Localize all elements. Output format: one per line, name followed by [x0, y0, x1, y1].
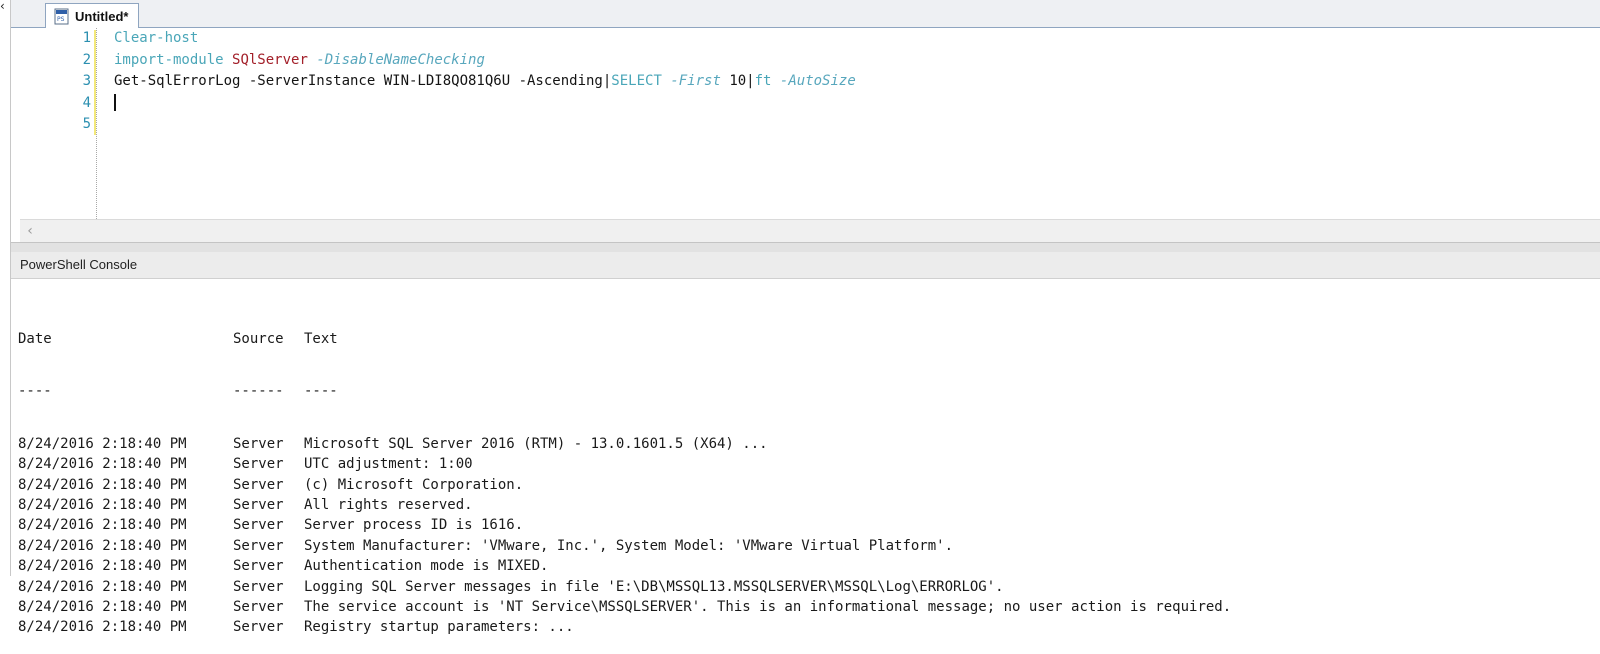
column-header-text: Text [304, 331, 338, 347]
line-number: 4 [82, 94, 91, 111]
console-rows: 8/24/2016 2:18:40 PM Server Microsoft SQL … [18, 434, 1600, 638]
log-source: Server [233, 558, 284, 575]
code-token-param: -First [670, 73, 721, 89]
log-text: Logging SQL Server messages in file 'E:\… [304, 578, 1004, 595]
tab-untitled[interactable]: PS Untitled* [45, 3, 140, 28]
line-number: 5 [82, 116, 91, 132]
underline-source: ------ [233, 383, 284, 400]
console-row: 8/24/2016 2:18:40 PM Server Server process… [18, 515, 1600, 535]
console-title: PowerShell Console [20, 257, 138, 272]
log-date: 8/24/2016 2:18:40 PM [18, 558, 187, 575]
log-date: 8/24/2016 2:18:40 PM [18, 435, 187, 452]
script-editor[interactable]: 1 2 3 4 5 Clear-host import-module SQlServer … [11, 28, 1600, 219]
code-line[interactable] [114, 114, 1600, 136]
code-line[interactable]: Clear-host [114, 28, 1600, 50]
console-header: PowerShell Console [11, 252, 1600, 279]
console-row: 8/24/2016 2:18:40 PM Server Authentication… [18, 556, 1600, 576]
log-source: Server [233, 537, 284, 554]
svg-text:PS: PS [57, 16, 65, 23]
underline-date: ---- [18, 383, 52, 400]
log-source: Server [233, 517, 284, 534]
line-number: 1 [82, 30, 91, 46]
log-source: Server [233, 578, 284, 595]
tab-label: Untitled* [75, 8, 129, 24]
text-caret [114, 94, 116, 111]
code-token-plain: Get-SqlErrorLog -ServerInstance WIN-LDI8… [114, 73, 612, 89]
console-row: 8/24/2016 2:18:40 PM Server (c) Microsoft … [18, 475, 1600, 495]
code-token-cmd: ft [754, 73, 772, 89]
log-date: 8/24/2016 2:18:40 PM [18, 578, 187, 595]
log-text: Registry startup parameters: ... [304, 619, 574, 636]
log-text: UTC adjustment: 1:00 [304, 456, 473, 473]
scroll-left-icon[interactable]: ‹ [20, 220, 40, 242]
log-text: Server process ID is 1616. [304, 517, 524, 534]
console-underline-row: ---- ------ ---- [18, 381, 1600, 401]
log-text: All rights reserved. [304, 496, 473, 513]
log-date: 8/24/2016 2:18:40 PM [18, 619, 187, 636]
log-date: 8/24/2016 2:18:40 PM [18, 496, 187, 513]
log-date: 8/24/2016 2:18:40 PM [18, 537, 187, 554]
line-number: 2 [82, 51, 91, 68]
window-left-edge: ‹ [0, 0, 11, 576]
code-token-cmd: Clear-host [114, 30, 199, 46]
console-row: 8/24/2016 2:18:40 PM Server All rights res… [18, 495, 1600, 515]
log-text: The service account is 'NT Service\MSSQL… [304, 598, 1232, 615]
console-row: 8/24/2016 2:18:40 PM Server Microsoft SQL … [18, 434, 1600, 454]
log-source: Server [233, 619, 284, 636]
code-line[interactable]: Get-SqlErrorLog -ServerInstance WIN-LDI8… [114, 71, 1600, 93]
log-source: Server [233, 476, 284, 493]
line-numbers: 1 2 3 4 5 [11, 28, 91, 136]
code-token-type: SQlServer [232, 51, 308, 68]
console-row: 8/24/2016 2:18:40 PM Server Logging SQL Se… [18, 577, 1600, 597]
log-source: Server [233, 496, 284, 513]
code-area[interactable]: Clear-host import-module SQlServer -Disab… [114, 28, 1600, 136]
console-header-row: Date Source Text [18, 329, 1600, 349]
editor-gutter: 1 2 3 4 5 [11, 28, 97, 219]
log-text: Microsoft SQL Server 2016 (RTM) - 13.0.1… [304, 435, 768, 452]
log-date: 8/24/2016 2:18:40 PM [18, 598, 187, 615]
column-header-date: Date [18, 331, 52, 347]
tab-strip: PS Untitled* [11, 0, 1600, 28]
code-token-param: -AutoSize [779, 73, 856, 89]
underline-text: ---- [304, 383, 338, 400]
console-row: 8/24/2016 2:18:40 PM Server UTC adjustment… [18, 454, 1600, 474]
collapse-chevron-icon[interactable]: ‹ [0, 0, 5, 12]
log-date: 8/24/2016 2:18:40 PM [18, 517, 187, 534]
log-source: Server [233, 598, 284, 615]
log-text: System Manufacturer: 'VMware, Inc.', Sys… [304, 537, 954, 554]
code-token-cmd: import-module [114, 51, 233, 68]
console-row: 8/24/2016 2:18:40 PM Server The service ac… [18, 597, 1600, 617]
code-line[interactable] [114, 93, 1600, 115]
code-token-cmd: SELECT [611, 73, 662, 89]
powershell-script-file-icon: PS [54, 8, 69, 24]
code-line[interactable]: import-module SQlServer -DisableNameChec… [114, 50, 1600, 72]
log-source: Server [233, 456, 284, 473]
console-row: 8/24/2016 2:18:40 PM Server Registry start… [18, 617, 1600, 637]
console-output[interactable]: Date Source Text ---- ------ ---- 8/24/2016 … [18, 297, 1600, 635]
log-source: Server [233, 435, 284, 452]
code-token-plain: 10| [720, 73, 755, 89]
log-date: 8/24/2016 2:18:40 PM [18, 456, 187, 473]
horizontal-scrollbar[interactable]: ‹ [20, 219, 1600, 242]
gutter-separator [96, 28, 97, 219]
log-date: 8/24/2016 2:18:40 PM [18, 476, 187, 493]
log-text: (c) Microsoft Corporation. [304, 476, 524, 493]
code-token-param: -DisableNameChecking [316, 51, 485, 68]
log-text: Authentication mode is MIXED. [304, 558, 549, 575]
line-number: 3 [82, 73, 91, 89]
console-row: 8/24/2016 2:18:40 PM Server System Manufac… [18, 536, 1600, 556]
column-header-source: Source [233, 331, 284, 347]
